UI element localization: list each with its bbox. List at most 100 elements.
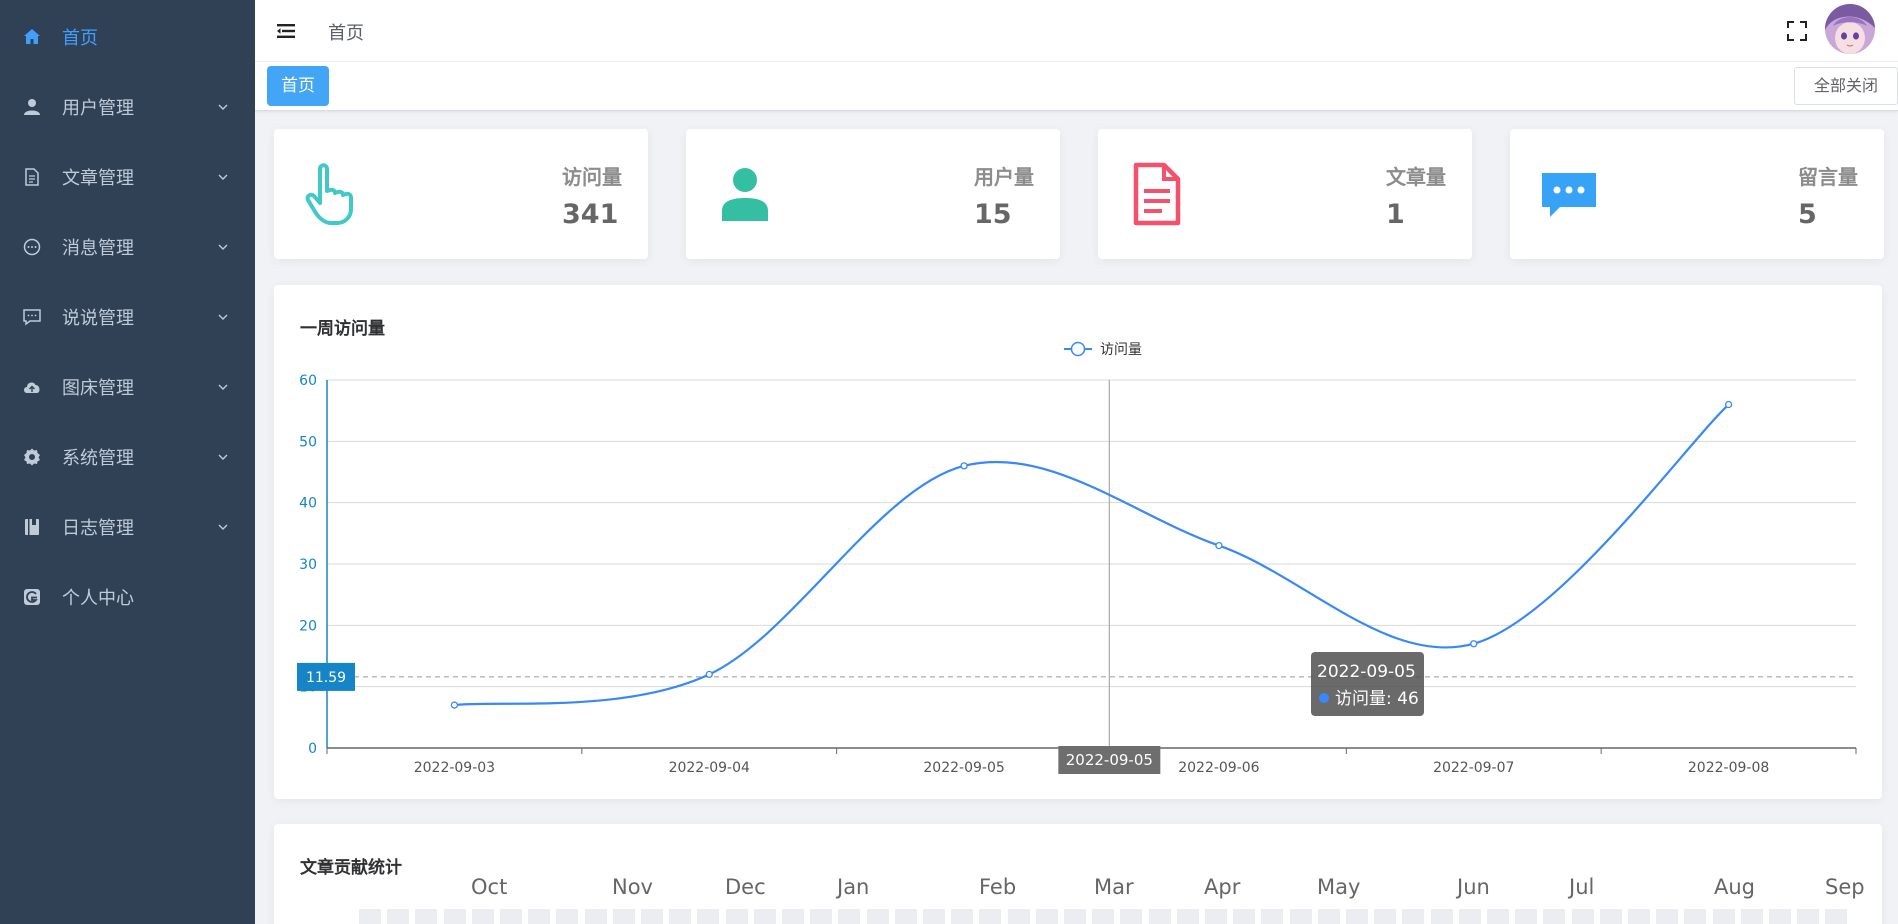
user-icon — [722, 168, 768, 221]
avatar[interactable] — [1825, 4, 1875, 54]
heatmap-cell[interactable] — [1543, 909, 1566, 924]
heatmap-month-label: Nov — [612, 875, 653, 899]
sidebar-item-talks[interactable]: 说说管理 — [0, 282, 255, 352]
heatmap-cell[interactable] — [387, 909, 410, 924]
heatmap-cell[interactable] — [697, 909, 720, 924]
heatmap-cell[interactable] — [1458, 909, 1481, 924]
heatmap-cell[interactable] — [866, 909, 889, 924]
heatmap-cell[interactable] — [443, 909, 466, 924]
heatmap-cell[interactable] — [1148, 909, 1171, 924]
stat-card-users[interactable]: 用户量 15 — [686, 129, 1060, 259]
heatmap-cell[interactable] — [810, 909, 833, 924]
heatmap-cell[interactable] — [979, 909, 1002, 924]
heatmap-month-label: Sep — [1825, 875, 1865, 899]
heatmap-cell[interactable] — [1684, 909, 1707, 924]
y-tick-label: 40 — [299, 496, 317, 512]
heatmap-cell[interactable] — [1571, 909, 1594, 924]
x-tick-label: 2022-09-08 — [1688, 760, 1769, 776]
stat-card-messages[interactable]: 留言量 5 — [1510, 129, 1884, 259]
tooltip-marker — [1319, 693, 1329, 703]
heatmap-cell[interactable] — [1317, 909, 1340, 924]
x-tick-label: 2022-09-05 — [923, 760, 1004, 776]
heatmap-cell[interactable] — [1628, 909, 1650, 924]
heatmap-cell[interactable] — [1205, 909, 1227, 924]
heatmap-cell[interactable] — [415, 909, 438, 924]
sidebar-item-logs[interactable]: 日志管理 — [0, 492, 255, 562]
data-point — [1215, 541, 1223, 550]
heatmap-month-label: Feb — [979, 875, 1017, 899]
sidebar-item-profile[interactable]: 个人中心 — [0, 562, 255, 632]
heatmap-cell[interactable] — [1092, 909, 1115, 924]
visits-line-chart[interactable]: 01020304050602022-09-032022-09-042022-09… — [274, 285, 1882, 799]
y-tick-label: 50 — [299, 434, 317, 450]
heatmap-cell[interactable] — [669, 909, 692, 924]
sidebar-item-images[interactable]: 图床管理 — [0, 352, 255, 422]
heatmap-cell[interactable] — [556, 909, 579, 924]
hamburger-icon[interactable] — [275, 20, 297, 42]
heatmap-cell[interactable] — [1430, 909, 1453, 924]
heatmap-cell[interactable] — [1261, 909, 1284, 924]
heatmap-cell[interactable] — [894, 909, 917, 924]
stat-card-articles[interactable]: 文章量 1 — [1098, 129, 1472, 259]
heatmap-cell[interactable] — [1176, 909, 1199, 924]
heatmap-cell[interactable] — [528, 909, 551, 924]
heatmap-month-label: Aug — [1714, 875, 1756, 899]
heatmap-cell[interactable] — [641, 909, 663, 924]
data-point — [960, 462, 968, 470]
heatmap-cell[interactable] — [753, 909, 776, 924]
chevron-down-icon — [218, 384, 228, 390]
tag-home[interactable]: 首页 — [267, 66, 329, 106]
sidebar-item-system[interactable]: 系统管理 — [0, 422, 255, 492]
chevron-down-icon — [218, 104, 228, 110]
heatmap-month-label: Jul — [1569, 875, 1595, 899]
stat-value: 5 — [1798, 199, 1817, 230]
heatmap-cell[interactable] — [1487, 909, 1509, 924]
heatmap-cell[interactable] — [1120, 909, 1143, 924]
heatmap-cell[interactable] — [1233, 909, 1256, 924]
heatmap-cell[interactable] — [1769, 909, 1791, 924]
heatmap-cell[interactable] — [359, 909, 381, 924]
heatmap-cell[interactable] — [1712, 909, 1735, 924]
heatmap-cell[interactable] — [838, 909, 861, 924]
tags-view: 首页 全部关闭 — [255, 62, 1898, 111]
average-label: 11.59 — [306, 670, 346, 686]
legend-label: 访问量 — [1100, 342, 1142, 358]
heatmap-cell[interactable] — [500, 909, 522, 924]
heatmap-cell[interactable] — [584, 909, 607, 924]
heatmap-cell[interactable] — [1346, 909, 1368, 924]
heatmap-cell[interactable] — [1064, 909, 1086, 924]
heatmap-cell[interactable] — [1007, 909, 1030, 924]
heatmap-cell[interactable] — [1825, 909, 1848, 924]
tooltip-title: 2022-09-05 — [1317, 662, 1416, 682]
heatmap-cell[interactable] — [782, 909, 804, 924]
heatmap-cell[interactable] — [951, 909, 974, 924]
heatmap-cell[interactable] — [725, 909, 748, 924]
weekly-visits-panel: 一周访问量 01020304050602022-09-032022-09-042… — [274, 285, 1882, 799]
legend-symbol — [1070, 341, 1086, 357]
sidebar-item-users[interactable]: 用户管理 — [0, 72, 255, 142]
heatmap-cell[interactable] — [1402, 909, 1425, 924]
heatmap-cell[interactable] — [923, 909, 945, 924]
sidebar-item-articles[interactable]: 文章管理 — [0, 142, 255, 212]
heatmap-cell[interactable] — [1374, 909, 1397, 924]
sidebar-item-home[interactable]: 首页 — [0, 2, 255, 72]
heatmap-month-label: May — [1317, 875, 1361, 899]
close-all-button[interactable]: 全部关闭 — [1794, 67, 1898, 105]
heatmap-month-label: Oct — [471, 875, 508, 899]
heatmap-cell[interactable] — [1656, 909, 1679, 924]
heatmap-cell[interactable] — [1740, 909, 1763, 924]
heatmap-cell[interactable] — [612, 909, 635, 924]
sidebar-item-messages[interactable]: 消息管理 — [0, 212, 255, 282]
heatmap-cell[interactable] — [1797, 909, 1820, 924]
heatmap-cell[interactable] — [1035, 909, 1058, 924]
heatmap-cell[interactable] — [1599, 909, 1622, 924]
sidebar-item-label: 用户管理 — [62, 98, 134, 119]
fullscreen-icon[interactable] — [1786, 20, 1808, 42]
sidebar-item-label: 消息管理 — [62, 238, 134, 259]
stat-card-visits[interactable]: 访问量 341 — [274, 129, 648, 259]
heatmap-cell[interactable] — [1289, 909, 1312, 924]
chevron-down-icon — [218, 174, 228, 180]
axis-pointer-label: 2022-09-05 — [1066, 751, 1153, 769]
heatmap-cell[interactable] — [471, 909, 494, 924]
heatmap-cell[interactable] — [1515, 909, 1538, 924]
